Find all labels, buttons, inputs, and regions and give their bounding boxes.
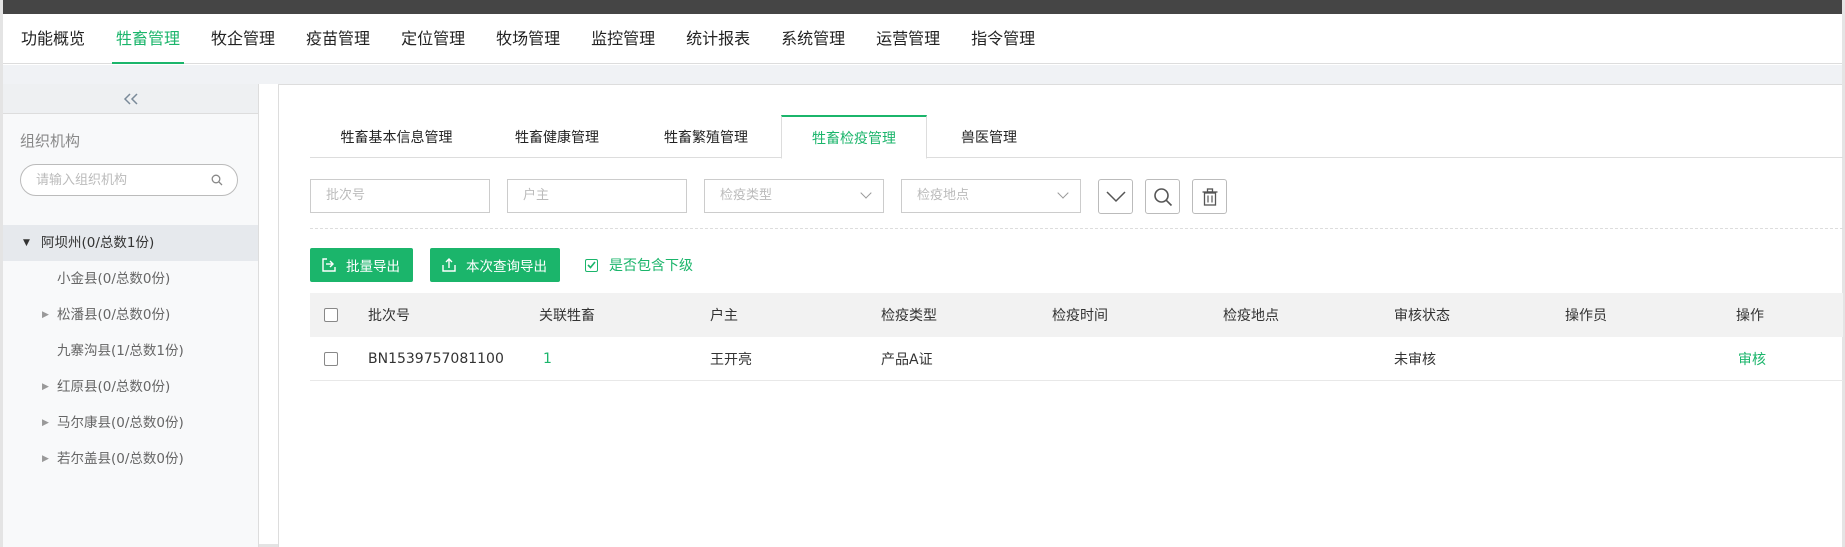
column-header: 检疫地点 bbox=[1223, 308, 1279, 324]
nav-item-livestock[interactable]: 牲畜管理 bbox=[112, 14, 185, 64]
table-row: BN1539757081100 1 王开亮 产品A证 未审核 审核 bbox=[310, 337, 1843, 381]
chevron-down-icon bbox=[1105, 190, 1126, 202]
cell-livestock-link[interactable]: 1 bbox=[543, 351, 552, 367]
org-title: 组织机构 bbox=[20, 132, 81, 150]
query-export-button[interactable]: 本次查询导出 bbox=[430, 248, 560, 282]
nav-item-statistics[interactable]: 统计报表 bbox=[686, 14, 750, 64]
column-header: 操作员 bbox=[1565, 308, 1607, 324]
action-bar: 批量导出 本次查询导出 是否包含下级 bbox=[310, 248, 693, 282]
cell-quarantine-type: 产品A证 bbox=[881, 351, 933, 368]
nav-item-overview[interactable]: 功能概览 bbox=[21, 14, 85, 64]
owner-input[interactable]: 户主 bbox=[507, 179, 687, 213]
sub-tabs: 牲畜基本信息管理 牲畜健康管理 牲畜繁殖管理 牲畜检疫管理 兽医管理 bbox=[310, 115, 1843, 159]
tree-node-maerkang[interactable]: ▶ 马尔康县(0/总数0份) bbox=[3, 405, 258, 441]
batch-export-button[interactable]: 批量导出 bbox=[310, 248, 413, 282]
tree-node-jiuzhaigou[interactable]: 九寨沟县(1/总数1份) bbox=[3, 333, 258, 369]
tab-breeding[interactable]: 牲畜繁殖管理 bbox=[631, 115, 781, 158]
column-header: 检疫时间 bbox=[1052, 308, 1108, 324]
org-sidebar: 组织机构 ▼ 阿坝州(0/总数1份) 小金县(0/总数0份) ▶ 松潘县(0/总… bbox=[3, 84, 259, 547]
tree-node-root[interactable]: ▼ 阿坝州(0/总数1份) bbox=[3, 225, 258, 261]
batch-no-input[interactable]: 批次号 bbox=[310, 179, 490, 213]
filter-divider bbox=[310, 228, 1843, 229]
main-content: 牲畜基本信息管理 牲畜健康管理 牲畜繁殖管理 牲畜检疫管理 兽医管理 批次号 户… bbox=[278, 84, 1843, 547]
quarantine-place-select[interactable]: 检疫地点 bbox=[901, 179, 1081, 213]
search-icon[interactable] bbox=[211, 174, 223, 186]
include-sub-label: 是否包含下级 bbox=[609, 258, 693, 274]
tree-node-label: 九寨沟县(1/总数1份) bbox=[57, 343, 184, 359]
tree-node-label: 阿坝州(0/总数1份) bbox=[41, 235, 155, 251]
tree-node-label: 红原县(0/总数0份) bbox=[57, 379, 171, 395]
tree-node-label: 松潘县(0/总数0份) bbox=[57, 307, 171, 323]
quarantine-type-select[interactable]: 检疫类型 bbox=[704, 179, 884, 213]
tab-basic-info[interactable]: 牲畜基本信息管理 bbox=[310, 115, 483, 158]
review-link[interactable]: 审核 bbox=[1738, 349, 1766, 369]
org-tree: ▼ 阿坝州(0/总数1份) 小金县(0/总数0份) ▶ 松潘县(0/总数0份) … bbox=[3, 225, 258, 477]
quarantine-table: 批次号 关联牲畜 户主 检疫类型 检疫时间 检疫地点 审核状态 操作员 操作 B… bbox=[310, 293, 1843, 381]
column-header: 检疫类型 bbox=[881, 308, 937, 324]
caret-down-icon[interactable]: ▼ bbox=[23, 225, 30, 261]
clear-button[interactable] bbox=[1192, 179, 1227, 214]
caret-right-icon[interactable]: ▶ bbox=[42, 405, 49, 441]
nav-item-pasture[interactable]: 牧场管理 bbox=[496, 14, 560, 64]
select-all-checkbox[interactable] bbox=[324, 308, 338, 322]
tree-node-label: 若尔盖县(0/总数0份) bbox=[57, 451, 184, 467]
cell-review-status: 未审核 bbox=[1394, 351, 1436, 368]
checkbox-checked-icon[interactable] bbox=[585, 258, 598, 272]
nav-item-positioning[interactable]: 定位管理 bbox=[401, 14, 465, 64]
nav-item-monitoring[interactable]: 监控管理 bbox=[591, 14, 655, 64]
tree-node-hongyuan[interactable]: ▶ 红原县(0/总数0份) bbox=[3, 369, 258, 405]
column-header: 操作 bbox=[1736, 308, 1764, 324]
main-nav: 功能概览 牲畜管理 牧企管理 疫苗管理 定位管理 牧场管理 监控管理 统计报表 … bbox=[3, 14, 1842, 64]
caret-right-icon[interactable]: ▶ bbox=[42, 297, 49, 333]
trash-icon bbox=[1202, 187, 1217, 206]
tree-node-songpan[interactable]: ▶ 松潘县(0/总数0份) bbox=[3, 297, 258, 333]
nav-item-vaccine[interactable]: 疫苗管理 bbox=[306, 14, 370, 64]
tree-node-label: 马尔康县(0/总数0份) bbox=[57, 415, 184, 431]
nav-item-system[interactable]: 系统管理 bbox=[781, 14, 845, 64]
nav-item-ranch-enterprise[interactable]: 牧企管理 bbox=[211, 14, 275, 64]
export-icon bbox=[322, 258, 336, 272]
nav-item-commands[interactable]: 指令管理 bbox=[971, 14, 1035, 64]
tab-quarantine[interactable]: 牲畜检疫管理 bbox=[781, 115, 927, 159]
expand-filter-button[interactable] bbox=[1098, 179, 1133, 214]
column-header: 批次号 bbox=[368, 308, 410, 324]
tree-node-label: 小金县(0/总数0份) bbox=[57, 271, 171, 287]
column-header: 审核状态 bbox=[1394, 308, 1450, 324]
include-sub-checkbox[interactable]: 是否包含下级 bbox=[585, 255, 693, 275]
upload-icon bbox=[442, 258, 456, 272]
row-checkbox[interactable] bbox=[324, 352, 338, 366]
tree-node-ruoergai[interactable]: ▶ 若尔盖县(0/总数0份) bbox=[3, 441, 258, 477]
tab-health[interactable]: 牲畜健康管理 bbox=[483, 115, 631, 158]
tab-veterinarian[interactable]: 兽医管理 bbox=[927, 115, 1051, 158]
table-header: 批次号 关联牲畜 户主 检疫类型 检疫时间 检疫地点 审核状态 操作员 操作 bbox=[310, 293, 1843, 337]
search-icon bbox=[1153, 187, 1172, 206]
caret-right-icon[interactable]: ▶ bbox=[42, 369, 49, 405]
cell-owner: 王开亮 bbox=[710, 351, 752, 368]
nav-item-operations[interactable]: 运营管理 bbox=[876, 14, 940, 64]
layout-gap bbox=[3, 65, 1842, 84]
column-header: 关联牲畜 bbox=[539, 308, 595, 324]
cell-batch-no: BN1539757081100 bbox=[368, 350, 504, 367]
query-export-label: 本次查询导出 bbox=[466, 259, 547, 274]
caret-right-icon[interactable]: ▶ bbox=[42, 441, 49, 477]
search-button[interactable] bbox=[1145, 179, 1180, 214]
batch-export-label: 批量导出 bbox=[346, 259, 400, 274]
column-header: 户主 bbox=[710, 308, 738, 324]
sidebar-collapse-button[interactable] bbox=[3, 84, 258, 114]
tree-node-xiaojin[interactable]: 小金县(0/总数0份) bbox=[3, 261, 258, 297]
double-chevron-left-icon bbox=[123, 92, 138, 105]
org-search-box bbox=[20, 164, 238, 196]
org-search-input[interactable] bbox=[36, 165, 216, 195]
